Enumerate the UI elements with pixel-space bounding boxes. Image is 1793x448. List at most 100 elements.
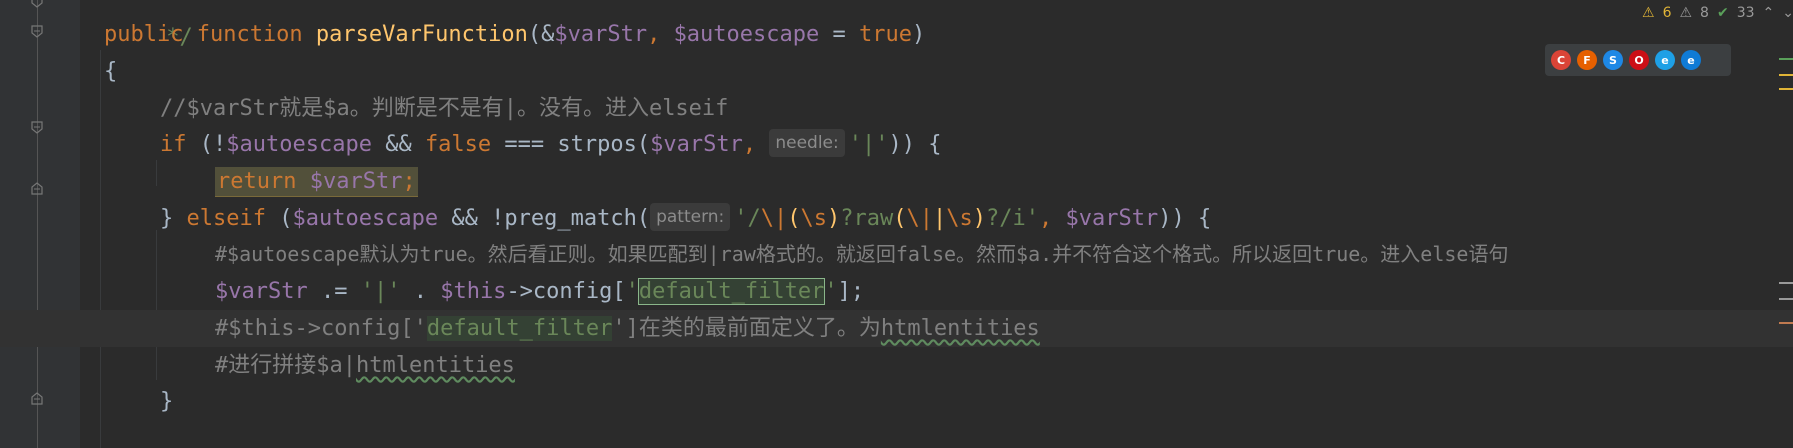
keyword: elseif <box>186 206 280 231</box>
stripe-marker[interactable] <box>1779 88 1793 90</box>
punct: (! <box>199 132 227 157</box>
code-line: { <box>104 53 117 90</box>
code-line: public function parseVarFunction(&$varSt… <box>104 16 925 53</box>
code-line: $varStr .= '|' . $this->config['default_… <box>215 273 864 310</box>
punct: = <box>819 22 860 47</box>
regex-group: ( <box>893 206 907 231</box>
fold-marker-icon[interactable] <box>30 182 44 196</box>
punct: ->config[ <box>506 279 626 304</box>
code-line: return $varStr; <box>215 163 418 200</box>
gutter-separator <box>37 0 38 448</box>
variable: $varStr <box>650 132 743 157</box>
string-highlight: default_filter <box>637 278 826 305</box>
indent-guide <box>100 50 101 448</box>
variable: $autoescape <box>292 206 439 231</box>
punct: && !preg_match( <box>438 206 651 231</box>
stripe-marker[interactable] <box>1779 322 1793 324</box>
regex-alternation: | <box>933 206 947 231</box>
weak-warning-icon: ⚠ <box>1679 5 1693 21</box>
comment-typo: htmlentities <box>355 353 515 378</box>
punct: ) <box>912 22 926 47</box>
regex-escape: \| <box>906 206 934 231</box>
comment: #$autoescape默认为true。然后看正则。如果匹配到|raw格式的。就… <box>215 242 1509 266</box>
safari-icon[interactable]: S <box>1603 50 1623 70</box>
code-line: if (!$autoescape && false === strpos($va… <box>160 126 941 163</box>
variable: $varStr <box>215 279 308 304</box>
brace: { <box>104 59 118 84</box>
punct: ( <box>279 206 293 231</box>
regex-escape: \| <box>760 206 788 231</box>
comment: //$varStr就是$a。判断是不是有|。没有。进入elseif <box>160 96 729 121</box>
punct: , <box>647 22 674 47</box>
typo-check-icon: ✔ <box>1716 5 1729 21</box>
string: ' <box>824 279 838 304</box>
fold-marker-icon[interactable] <box>30 392 44 406</box>
punct: .= <box>307 279 361 304</box>
inspection-widget[interactable]: ⚠ 6 ⚠ 8 ✔ 33 ⌃ ⌄ <box>1630 0 1793 26</box>
warning-icon: ⚠ <box>1642 5 1655 21</box>
code-line: //$varStr就是$a。判断是不是有|。没有。进入elseif <box>160 90 728 127</box>
stripe-marker[interactable] <box>1779 74 1793 76</box>
variable: $autoescape <box>226 132 372 157</box>
punct: )) { <box>1158 206 1212 231</box>
keyword: false <box>424 132 492 157</box>
comment-highlight: default_filter <box>426 316 613 341</box>
fold-marker-icon[interactable] <box>30 24 44 38</box>
opera-icon[interactable]: O <box>1629 50 1649 70</box>
string: ?/i' <box>986 206 1040 231</box>
fold-marker-icon[interactable] <box>30 120 44 134</box>
error-stripe[interactable] <box>1779 0 1793 448</box>
code-line: #进行拼接$a|htmlentities <box>215 347 515 384</box>
typo-count: 33 <box>1736 5 1755 21</box>
code-editor[interactable]: */ public function parseVarFunction(&$va… <box>0 0 1793 448</box>
string: '/ <box>734 206 761 231</box>
ie-icon[interactable]: e <box>1655 50 1675 70</box>
punct: . <box>400 279 441 304</box>
code-line: } <box>160 383 173 420</box>
punct: ]; <box>837 279 865 304</box>
punct: )) { <box>888 132 942 157</box>
stripe-marker[interactable] <box>1779 298 1793 300</box>
edge-icon[interactable]: e <box>1681 50 1701 70</box>
fold-marker-icon[interactable] <box>30 0 44 8</box>
variable: $varStr <box>554 22 648 47</box>
function-name: parseVarFunction <box>315 22 528 47</box>
punct: , <box>1039 206 1066 231</box>
variable: $autoescape <box>673 22 820 47</box>
string: '|' <box>848 132 889 157</box>
string: '|' <box>360 279 401 304</box>
comment: #$this->config[' <box>215 316 427 341</box>
stripe-marker[interactable] <box>1779 282 1793 284</box>
indent-guide <box>156 230 157 380</box>
code-line-current: #$this->config['default_filter']在类的最前面定义… <box>0 310 1793 347</box>
keyword: if <box>160 132 200 157</box>
previous-highlight-icon[interactable]: ⌃ <box>1763 5 1775 21</box>
warning-count: 6 <box>1662 5 1672 21</box>
keyword: true <box>859 22 912 47</box>
regex-group: ) <box>827 206 841 231</box>
chrome-icon[interactable]: C <box>1551 50 1571 70</box>
code-line: } elseif ($autoescape && !preg_match(pat… <box>160 200 1211 237</box>
punct: ; <box>402 169 416 194</box>
punct: (& <box>527 22 555 47</box>
variable: $this <box>440 279 507 304</box>
parameter-hint: needle: <box>769 129 845 157</box>
punct: } <box>160 206 187 231</box>
variable: $varStr <box>309 169 403 194</box>
string: ?raw <box>840 206 894 231</box>
editor-gutter: 💡 <box>0 0 80 448</box>
variable: $varStr <box>1065 206 1159 231</box>
regex-group: ) <box>972 206 987 231</box>
weak-warning-count: 8 <box>1700 5 1709 21</box>
string: ' <box>625 279 639 304</box>
keyword: public function <box>104 22 316 47</box>
brace: } <box>160 389 174 414</box>
stripe-marker[interactable] <box>1779 58 1793 60</box>
punct: === strpos( <box>491 132 651 157</box>
comment: #进行拼接$a| <box>215 353 356 378</box>
firefox-icon[interactable]: F <box>1577 50 1597 70</box>
comment-typo: htmlentities <box>880 316 1040 341</box>
code-line: #$autoescape默认为true。然后看正则。如果匹配到|raw格式的。就… <box>215 236 1508 273</box>
parameter-hint: pattern: <box>650 203 731 231</box>
regex-group: ( <box>787 206 801 231</box>
